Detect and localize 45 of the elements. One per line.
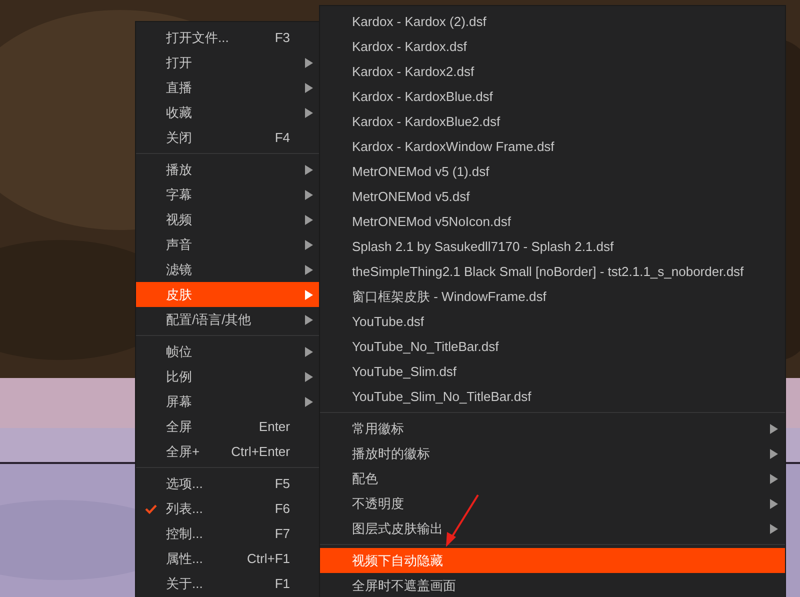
menu-item[interactable]: Kardox - KardoxBlue2.dsf (320, 109, 785, 134)
menu-item[interactable]: 视频 (136, 207, 320, 232)
menu-item[interactable]: theSimpleThing2.1 Black Small [noBorder] - tst2.1.1_s_noborder.dsf (320, 259, 785, 284)
menu-item[interactable]: Kardox - KardoxWindow Frame.dsf (320, 134, 785, 159)
menu-item[interactable]: Kardox - KardoxBlue.dsf (320, 84, 785, 109)
menu-item[interactable]: 配置/语言/其他 (136, 307, 320, 332)
menu-item[interactable]: 全屏+ Ctrl+Enter (136, 439, 320, 464)
checkmark-icon (145, 504, 157, 514)
menu-item[interactable]: MetrONEMod v5.dsf (320, 184, 785, 209)
menu-item[interactable]: 列表... F6 (136, 496, 320, 521)
menu-item[interactable]: 播放时的徽标 (320, 441, 785, 466)
menu-item[interactable]: 不透明度 (320, 491, 785, 516)
menu-item[interactable]: YouTube_Slim.dsf (320, 359, 785, 384)
menu-item[interactable]: MetrONEMod v5 (1).dsf (320, 159, 785, 184)
arrow (446, 494, 479, 547)
menu-item[interactable]: 全屏 Enter (136, 414, 320, 439)
menu-item[interactable]: 配色 (320, 466, 785, 491)
menu-item[interactable]: Kardox - Kardox.dsf (320, 34, 785, 59)
menu-item[interactable]: 比例 (136, 364, 320, 389)
menu-item[interactable]: 播放 (136, 157, 320, 182)
menu-item[interactable]: Kardox - Kardox2.dsf (320, 59, 785, 84)
menu-item[interactable]: 选项... F5 (136, 471, 320, 496)
menu-item[interactable]: 图层式皮肤输出 (320, 516, 785, 541)
menu-item[interactable]: Splash 2.1 by Sasukedll7170 - Splash 2.1.dsf (320, 234, 785, 259)
menu-item[interactable]: 字幕 (136, 182, 320, 207)
menu-item[interactable]: YouTube.dsf (320, 309, 785, 334)
menu-item[interactable]: 滤镜 (136, 257, 320, 282)
menu-item[interactable]: 打开文件... F3 (136, 25, 320, 50)
menu-item[interactable]: YouTube_Slim_No_TitleBar.dsf (320, 384, 785, 409)
menu-item[interactable]: 打开 (136, 50, 320, 75)
menu-item[interactable]: 全屏时不遮盖画面 (320, 573, 785, 597)
menu-item[interactable]: 窗口框架皮肤 - WindowFrame.dsf (320, 284, 785, 309)
menu-item[interactable]: 直播 (136, 75, 320, 100)
menu-item[interactable]: 控制... F7 (136, 521, 320, 546)
menu-item[interactable]: 常用徽标 (320, 416, 785, 441)
menu-item[interactable]: 关闭 F4 (136, 125, 320, 150)
menu-item[interactable]: 屏幕 (136, 389, 320, 414)
menu-item[interactable]: Kardox - Kardox (2).dsf (320, 9, 785, 34)
menu-item[interactable]: 帧位 (136, 339, 320, 364)
menu-item[interactable]: YouTube_No_TitleBar.dsf (320, 334, 785, 359)
menu-item[interactable]: 关于... F1 (136, 571, 320, 596)
menu-item[interactable]: 属性... Ctrl+F1 (136, 546, 320, 571)
menu-item[interactable]: MetrONEMod v5NoIcon.dsf (320, 209, 785, 234)
menu-item[interactable]: 声音 (136, 232, 320, 257)
menu-item[interactable]: 收藏 (136, 100, 320, 125)
